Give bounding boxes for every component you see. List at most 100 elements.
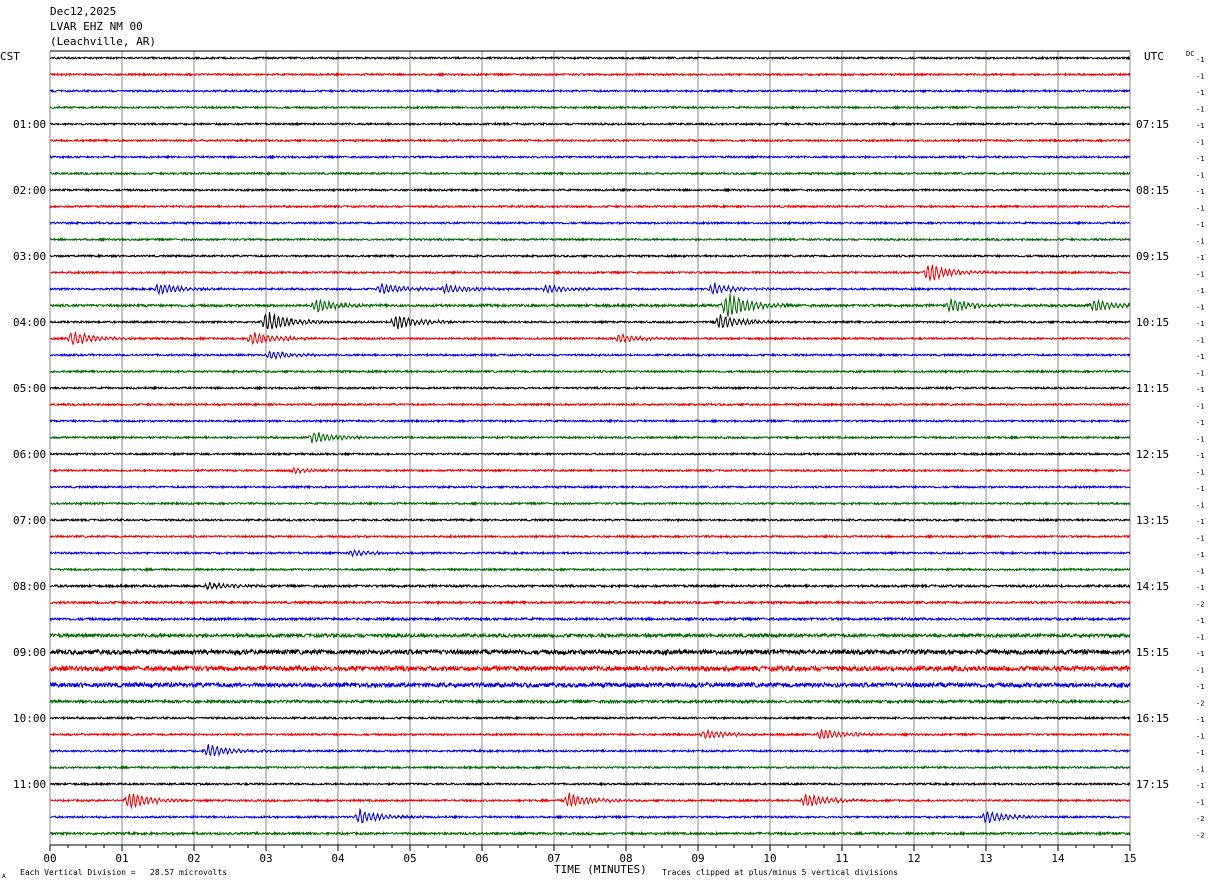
seismic-trace	[49, 264, 1130, 282]
vertical-division-note: Each Vertical Division = 28.57 microvolt…	[20, 868, 227, 877]
dc-offset-label: -2	[1196, 601, 1204, 609]
x-tick-label: 00	[43, 852, 56, 865]
dc-offset-label: -1	[1196, 271, 1204, 279]
dc-offset-label: -1	[1196, 716, 1204, 724]
seismic-trace	[49, 698, 1131, 705]
seismic-trace	[49, 631, 1131, 640]
x-tick-label: 15	[1123, 852, 1136, 865]
seismic-trace	[49, 830, 1131, 837]
dc-offset-label: -1	[1196, 73, 1204, 81]
seismic-trace	[49, 154, 1131, 160]
x-tick-label: 06	[475, 852, 488, 865]
dc-offset-label: -1	[1196, 766, 1204, 774]
seismic-trace	[49, 599, 1131, 606]
seismic-trace	[49, 293, 1131, 317]
left-hour-label: 02:00	[13, 184, 46, 197]
seismic-trace	[49, 418, 1131, 424]
seismic-trace	[49, 368, 1131, 375]
dc-offset-label: -1	[1196, 139, 1204, 147]
x-tick-label: 07	[547, 852, 560, 865]
dc-offset-label: -2	[1196, 700, 1204, 708]
seismic-trace	[49, 203, 1131, 210]
seismic-trace	[49, 55, 1131, 61]
dc-offset-label: -1	[1196, 188, 1204, 196]
right-hour-label: 11:15	[1136, 382, 1169, 395]
seismic-trace	[49, 385, 1131, 391]
dc-offset-label: -1	[1196, 320, 1204, 328]
seismic-trace	[49, 350, 1131, 361]
dc-offset-label: -1	[1196, 469, 1204, 477]
dc-offset-label: -1	[1196, 502, 1204, 510]
right-hour-label: 16:15	[1136, 712, 1169, 725]
dc-offset-label: -1	[1196, 634, 1204, 642]
x-tick-label: 10	[763, 852, 776, 865]
footer-mark: A	[2, 873, 6, 880]
left-hour-label: 01:00	[13, 118, 46, 131]
seismic-trace	[49, 331, 1131, 346]
seismic-trace	[49, 121, 1131, 127]
dc-offset-label: -1	[1196, 205, 1204, 213]
seismic-trace	[49, 533, 1131, 540]
dc-offset-label: -1	[1196, 155, 1204, 163]
seismic-trace	[49, 792, 1130, 810]
seismic-trace	[49, 566, 1131, 573]
seismic-trace	[49, 729, 1131, 740]
dc-offset-label: -2	[1196, 832, 1204, 840]
dc-offset-label: -1	[1196, 403, 1204, 411]
x-tick-label: 11	[835, 852, 848, 865]
right-hour-label: 12:15	[1136, 448, 1169, 461]
left-hour-label: 06:00	[13, 448, 46, 461]
seismic-trace	[49, 807, 1131, 824]
dc-offset-label: -1	[1196, 584, 1204, 592]
x-tick-label: 02	[187, 852, 200, 865]
seismic-trace	[49, 664, 1131, 673]
left-hour-label: 09:00	[13, 646, 46, 659]
dc-offset-label: -1	[1196, 452, 1204, 460]
dc-label: DC	[1186, 50, 1194, 58]
right-timezone-label: UTC	[1144, 50, 1164, 63]
dc-offset-label: -1	[1196, 667, 1204, 675]
left-hour-label: 10:00	[13, 712, 46, 725]
seismic-trace	[49, 466, 1131, 475]
dc-offset-label: -1	[1196, 535, 1204, 543]
seismic-trace	[49, 500, 1130, 507]
left-hour-label: 04:00	[13, 316, 46, 329]
seismic-trace	[49, 431, 1131, 445]
seismic-trace	[49, 484, 1131, 490]
dc-offset-label: -1	[1196, 238, 1204, 246]
dc-offset-label: -1	[1196, 353, 1204, 361]
seismic-trace	[49, 548, 1131, 558]
helicorder-plot: CST UTC DC TIME (MINUTES) Each Vertical …	[0, 50, 1204, 880]
seismic-trace	[49, 170, 1131, 177]
x-tick-label: 13	[979, 852, 992, 865]
dc-offset-label: -1	[1196, 650, 1204, 658]
seismic-trace	[50, 104, 1131, 111]
right-hour-label: 17:15	[1136, 778, 1169, 791]
seismic-trace	[49, 401, 1131, 408]
right-hour-label: 09:15	[1136, 250, 1169, 263]
seismic-trace	[49, 615, 1131, 623]
seismic-trace	[49, 220, 1131, 226]
clipping-note: Traces clipped at plus/minus 5 vertical …	[662, 868, 898, 877]
left-hour-label: 05:00	[13, 382, 46, 395]
dc-offset-label: -1	[1196, 370, 1204, 378]
seismic-trace	[49, 253, 1131, 259]
seismic-trace	[49, 88, 1130, 94]
seismic-trace	[49, 715, 1131, 721]
dc-offset-label: -1	[1196, 172, 1204, 180]
dc-offset-label: -1	[1196, 419, 1204, 427]
dc-offset-label: -1	[1196, 386, 1204, 394]
seismic-trace	[49, 743, 1131, 758]
dc-offset-label: -1	[1196, 551, 1204, 559]
dc-offset-label: -1	[1196, 617, 1204, 625]
dc-offset-label: -1	[1196, 337, 1204, 345]
plot-frame	[49, 50, 1131, 851]
right-hour-label: 13:15	[1136, 514, 1169, 527]
dc-offset-label: -1	[1196, 683, 1204, 691]
seismic-trace	[49, 764, 1131, 771]
dc-offset-label: -1	[1196, 287, 1204, 295]
dc-offset-label: -1	[1196, 799, 1204, 807]
seismic-trace	[49, 581, 1131, 591]
minute-grid	[49, 51, 1131, 845]
dc-offset-label: -1	[1196, 89, 1204, 97]
